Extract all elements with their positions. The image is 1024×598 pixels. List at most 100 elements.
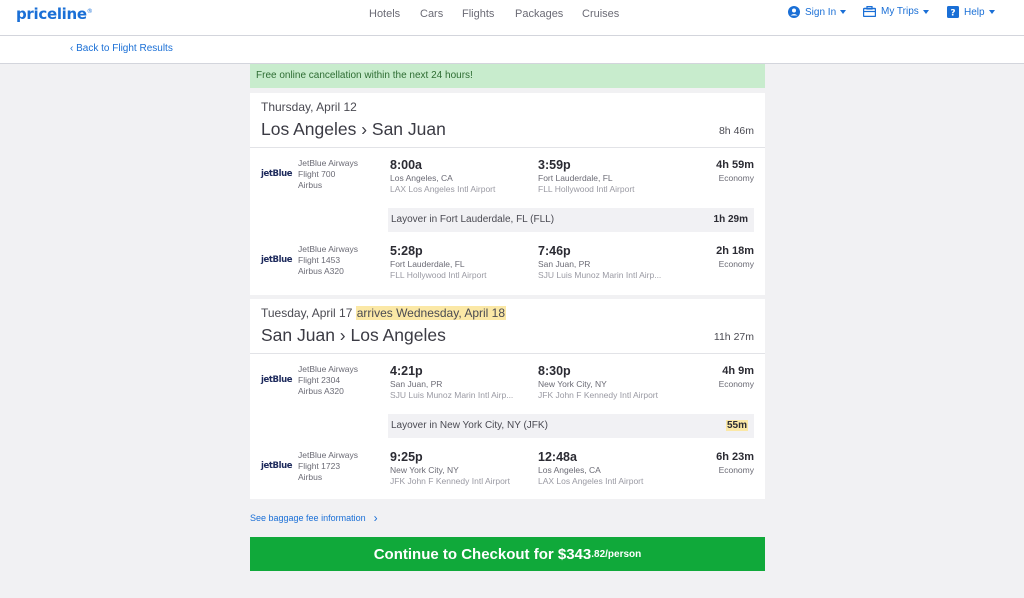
segment-duration: 6h 23m xyxy=(716,451,754,463)
sub-navigation-bar: ‹ Back to Flight Results xyxy=(0,36,1024,64)
leg-header: Tuesday, April 17 arrives Wednesday, Apr… xyxy=(250,299,765,354)
arrival-time: 8:30p xyxy=(538,364,571,378)
departure-city: San Juan, PR xyxy=(390,379,443,389)
arrival-city: New York City, NY xyxy=(538,379,607,389)
departure-airport: JFK John F Kennedy Intl Airport xyxy=(390,476,511,486)
departure-info: 8:00a Los Angeles, CA LAX Los Angeles In… xyxy=(390,158,495,195)
suitcase-icon xyxy=(863,6,876,17)
jetblue-logo: jetBlue xyxy=(261,255,293,265)
layover-duration: 55m xyxy=(725,420,748,431)
cabin-class: Economy xyxy=(718,379,754,389)
jetblue-logo: jetBlue xyxy=(261,169,293,179)
nav-packages[interactable]: Packages xyxy=(515,8,563,20)
checkout-cents: .82/person xyxy=(591,548,642,560)
segment-duration: 2h 18m xyxy=(716,245,754,257)
leg-total-duration: 11h 27m xyxy=(713,331,754,343)
checkout-label: Continue to Checkout for $343 xyxy=(373,545,592,563)
flight-number: Flight 700 xyxy=(298,169,336,179)
user-icon xyxy=(788,6,800,18)
arrival-airport: SJU Luis Munoz Marin Intl Airp... xyxy=(538,270,662,280)
continue-to-checkout-button[interactable]: Continue to Checkout for $343.82/person xyxy=(250,537,765,571)
departure-time: 5:28p xyxy=(390,244,423,258)
layover-duration: 1h 29m xyxy=(713,214,748,225)
departure-info: 4:21p San Juan, PR SJU Luis Munoz Marin … xyxy=(390,364,513,401)
airline-name: JetBlue Airways xyxy=(298,244,358,254)
flight-segment: jetBlue JetBlue Airways Flight 2304 Airb… xyxy=(250,354,765,414)
return-leg-card: Tuesday, April 17 arrives Wednesday, Apr… xyxy=(250,299,765,499)
arrives-next-day-note: arrives Wednesday, April 18 xyxy=(355,306,507,320)
aircraft-type: Airbus A320 xyxy=(298,266,344,276)
cancellation-banner: Free online cancellation within the next… xyxy=(250,64,765,88)
nav-flights[interactable]: Flights xyxy=(462,8,494,20)
leg-date-text: Tuesday, April 17 xyxy=(261,306,353,320)
airline-info: JetBlue Airways Flight 700 Airbus xyxy=(298,158,358,191)
priceline-logo[interactable]: priceline® xyxy=(16,5,93,23)
outbound-leg-card: Thursday, April 12 Los Angeles › San Jua… xyxy=(250,93,765,295)
departure-time: 9:25p xyxy=(390,450,423,464)
leg-date: Thursday, April 12 xyxy=(261,100,357,114)
arrival-city: Los Angeles, CA xyxy=(538,465,601,475)
leg-route: San Juan › Los Angeles xyxy=(261,325,446,345)
arrival-airport: FLL Hollywood Intl Airport xyxy=(538,184,635,194)
logo-text: priceline xyxy=(16,5,87,23)
departure-airport: SJU Luis Munoz Marin Intl Airp... xyxy=(390,390,514,400)
layover-text: Layover in Fort Lauderdale, FL (FLL) xyxy=(391,214,555,225)
nav-hotels[interactable]: Hotels xyxy=(369,8,400,20)
my-trips-label: My Trips xyxy=(881,6,919,17)
sign-in-menu[interactable]: Sign In xyxy=(788,6,847,18)
airline-info: JetBlue Airways Flight 1723 Airbus xyxy=(298,450,358,483)
departure-time: 4:21p xyxy=(390,364,423,378)
segment-duration-info: 6h 23m Economy xyxy=(716,450,754,476)
leg-header: Thursday, April 12 Los Angeles › San Jua… xyxy=(250,93,765,148)
svg-text:?: ? xyxy=(950,9,955,19)
airline-name: JetBlue Airways xyxy=(298,364,358,374)
departure-info: 5:28p Fort Lauderdale, FL FLL Hollywood … xyxy=(390,244,487,281)
layover-bar: Layover in New York City, NY (JFK) 55m xyxy=(388,414,754,438)
arrival-info: 8:30p New York City, NY JFK John F Kenne… xyxy=(538,364,658,401)
departure-city: Los Angeles, CA xyxy=(390,173,453,183)
segment-duration-info: 2h 18m Economy xyxy=(716,244,754,270)
layover-text: Layover in New York City, NY (JFK) xyxy=(391,420,548,431)
departure-city: New York City, NY xyxy=(390,465,459,475)
jetblue-logo: jetBlue xyxy=(261,375,293,385)
leg-total-duration: 8h 46m xyxy=(718,125,754,137)
nav-cars[interactable]: Cars xyxy=(420,8,443,20)
chevron-down-icon xyxy=(840,10,847,14)
leg-route: Los Angeles › San Juan xyxy=(261,119,446,139)
departure-city: Fort Lauderdale, FL xyxy=(390,259,465,269)
back-to-results-link[interactable]: ‹ Back to Flight Results xyxy=(70,43,173,54)
jetblue-logo: jetBlue xyxy=(261,461,293,471)
back-link-label: Back to Flight Results xyxy=(76,43,173,54)
arrival-info: 12:48a Los Angeles, CA LAX Los Angeles I… xyxy=(538,450,643,487)
arrival-airport: LAX Los Angeles Intl Airport xyxy=(538,476,644,486)
aircraft-type: Airbus A320 xyxy=(298,386,344,396)
flight-segment: jetBlue JetBlue Airways Flight 700 Airbu… xyxy=(250,148,765,208)
nav-cruises[interactable]: Cruises xyxy=(582,8,619,20)
chevron-down-icon xyxy=(922,9,929,14)
segment-duration-info: 4h 9m Economy xyxy=(719,364,754,390)
airline-info: JetBlue Airways Flight 1453 Airbus A320 xyxy=(298,244,358,277)
departure-info: 9:25p New York City, NY JFK John F Kenne… xyxy=(390,450,510,487)
sign-in-label: Sign In xyxy=(805,6,837,18)
layover-bar: Layover in Fort Lauderdale, FL (FLL) 1h … xyxy=(388,208,754,232)
arrival-time: 12:48a xyxy=(538,450,577,464)
segment-duration: 4h 9m xyxy=(722,365,754,377)
chevron-down-icon xyxy=(988,10,995,14)
my-trips-menu[interactable]: My Trips xyxy=(863,6,929,17)
cabin-class: Economy xyxy=(718,173,754,183)
arrival-airport: JFK John F Kennedy Intl Airport xyxy=(538,390,659,400)
baggage-fee-link[interactable]: See baggage fee information › xyxy=(250,511,378,525)
arrival-info: 3:59p Fort Lauderdale, FL FLL Hollywood … xyxy=(538,158,635,195)
airline-info: JetBlue Airways Flight 2304 Airbus A320 xyxy=(298,364,358,397)
arrival-city: Fort Lauderdale, FL xyxy=(538,173,613,183)
aircraft-type: Airbus xyxy=(298,180,323,190)
flight-segment: jetBlue JetBlue Airways Flight 1453 Airb… xyxy=(250,234,765,294)
top-navigation-bar: priceline® Hotels Cars Flights Packages … xyxy=(0,0,1024,36)
arrival-time: 7:46p xyxy=(538,244,571,258)
arrival-city: San Juan, PR xyxy=(538,259,591,269)
cabin-class: Economy xyxy=(718,465,754,475)
departure-airport: FLL Hollywood Intl Airport xyxy=(390,270,487,280)
airline-name: JetBlue Airways xyxy=(298,450,358,460)
help-menu[interactable]: ? Help xyxy=(947,6,995,18)
baggage-link-label: See baggage fee information xyxy=(250,513,366,523)
